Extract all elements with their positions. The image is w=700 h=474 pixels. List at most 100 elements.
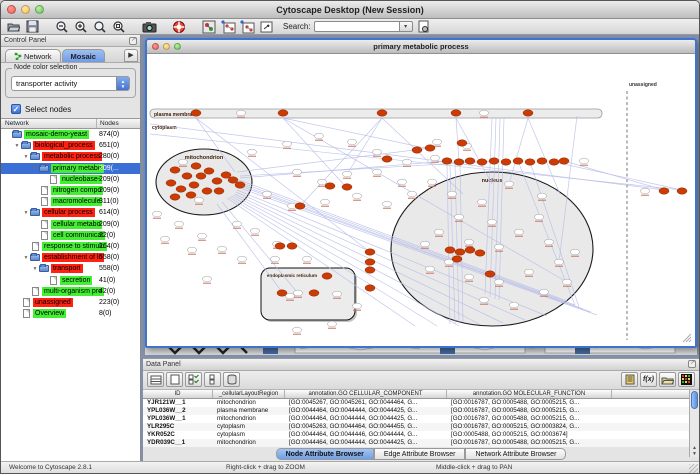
scrollbar-arrows[interactable]: ▲▼ (690, 445, 699, 457)
tree-row[interactable]: ▼cellular process614(0) (1, 207, 140, 218)
graph-node[interactable] (228, 177, 238, 183)
graph-node[interactable] (309, 290, 319, 296)
tree-row[interactable]: ▼metabolic process280(0) (1, 151, 140, 162)
graph-node[interactable] (293, 169, 302, 175)
tree-row[interactable]: ▼establishment of lo558(0) (1, 252, 140, 263)
tree-expand-icon[interactable]: ▼ (22, 154, 30, 160)
graph-node[interactable] (435, 229, 444, 235)
graph-node[interactable] (465, 274, 474, 280)
control-panel-float-icon[interactable] (129, 37, 137, 45)
help-lifering-icon[interactable] (171, 20, 187, 34)
graph-node[interactable] (333, 291, 342, 297)
window-titlebar[interactable]: Cytoscape Desktop (New Session) (1, 1, 699, 19)
network-tree[interactable]: mosaic-demo-yeast874(0)▼biological_proce… (1, 129, 140, 461)
graph-node[interactable] (426, 266, 435, 272)
close-button[interactable] (7, 5, 16, 14)
node-color-dropdown[interactable]: transporter activity ▲▼ (11, 76, 130, 91)
table-row[interactable]: YDR039C__1mitochondrion[GO:0044464, GO:0… (143, 439, 699, 447)
graph-node[interactable] (448, 191, 457, 197)
search-input[interactable] (314, 21, 400, 32)
function-builder-icon[interactable]: f(x) (640, 372, 657, 387)
graph-node[interactable] (318, 179, 327, 185)
heatmap-icon[interactable] (678, 372, 695, 387)
tree-row[interactable]: secretion41(0) (1, 274, 140, 285)
graph-node[interactable] (170, 194, 180, 200)
graph-node[interactable] (278, 110, 288, 116)
network-window-titlebar[interactable]: primary metabolic process (147, 40, 695, 54)
graph-node[interactable] (480, 110, 489, 116)
graph-node[interactable] (221, 172, 231, 178)
graph-node[interactable] (365, 267, 375, 273)
select-nodes-checkbox[interactable]: ✓ (11, 104, 21, 114)
network-minimize-button[interactable] (163, 43, 170, 50)
delete-attribute-icon[interactable] (223, 372, 240, 387)
graph-node[interactable] (348, 139, 357, 145)
graph-node[interactable] (235, 182, 245, 188)
unselect-attributes-icon[interactable] (204, 372, 221, 387)
graph-node[interactable] (195, 197, 204, 203)
graph-node[interactable] (202, 188, 212, 194)
tree-expand-icon[interactable]: ▼ (13, 143, 21, 149)
graph-node[interactable] (377, 110, 387, 116)
graph-node[interactable] (322, 273, 332, 279)
column-header[interactable]: _cellularLayoutRegion (213, 390, 285, 398)
import-attributes-icon[interactable] (659, 372, 676, 387)
tree-row[interactable]: ▼transport558(0) (1, 263, 140, 274)
tab-mosaic[interactable]: Mosaic (62, 49, 105, 62)
graph-node[interactable] (186, 192, 196, 198)
graph-node[interactable] (538, 193, 547, 199)
graph-node[interactable] (321, 199, 330, 205)
graph-node[interactable] (189, 182, 199, 188)
graph-node[interactable] (153, 211, 162, 217)
graph-node[interactable] (179, 159, 188, 165)
new-attribute-icon[interactable] (166, 372, 183, 387)
graph-node[interactable] (580, 158, 589, 164)
tree-expand-icon[interactable]: ▼ (22, 255, 30, 261)
graph-node[interactable] (641, 188, 650, 194)
column-header[interactable]: annotation.GO MOLECULAR_FUNCTION (447, 390, 612, 398)
graph-node[interactable] (431, 155, 440, 161)
network-zoom-button[interactable] (174, 43, 181, 50)
tree-row[interactable]: multi-organism pro42(0) (1, 286, 140, 297)
graph-node[interactable] (403, 159, 412, 165)
zoom-fit-icon[interactable] (92, 20, 108, 34)
annotation-icon[interactable] (258, 20, 274, 34)
graph-node[interactable] (275, 243, 285, 249)
search-dropdown-icon[interactable]: ▾ (400, 21, 413, 32)
graph-node[interactable] (398, 179, 407, 185)
graph-node[interactable] (328, 321, 337, 327)
graph-node[interactable] (365, 259, 375, 265)
graph-node[interactable] (353, 303, 362, 309)
graph-node[interactable] (495, 244, 504, 250)
tree-row[interactable]: nitrogen compo209(0) (1, 185, 140, 196)
search-options-icon[interactable] (416, 20, 432, 34)
graph-node[interactable] (263, 191, 272, 197)
graph-node[interactable] (454, 159, 464, 165)
graph-node[interactable] (549, 159, 559, 165)
graph-node[interactable] (175, 221, 184, 227)
graph-node[interactable] (525, 159, 535, 165)
graph-node[interactable] (571, 249, 580, 255)
graph-node[interactable] (465, 239, 474, 245)
open-session-icon[interactable] (5, 20, 21, 34)
save-session-icon[interactable] (24, 20, 40, 34)
graph-node[interactable] (425, 145, 435, 151)
graph-node[interactable] (545, 239, 554, 245)
graph-node[interactable] (677, 188, 687, 194)
graph-node[interactable] (212, 178, 222, 184)
tree-row[interactable]: mosaic-demo-yeast874(0) (1, 129, 140, 140)
graph-node[interactable] (277, 290, 287, 296)
graph-node[interactable] (237, 110, 246, 116)
graph-node[interactable] (383, 201, 392, 207)
column-header[interactable]: ID (143, 390, 213, 398)
graph-node[interactable] (480, 297, 489, 303)
graph-node[interactable] (485, 271, 495, 277)
graph-node[interactable] (465, 158, 475, 164)
tab-network[interactable]: Network (5, 49, 61, 62)
graph-node[interactable] (455, 249, 465, 255)
graph-node[interactable] (353, 193, 362, 199)
graph-node[interactable] (478, 199, 487, 205)
graph-node[interactable] (365, 249, 375, 255)
network-copy-icon[interactable] (239, 20, 255, 34)
select-attributes-icon[interactable] (185, 372, 202, 387)
